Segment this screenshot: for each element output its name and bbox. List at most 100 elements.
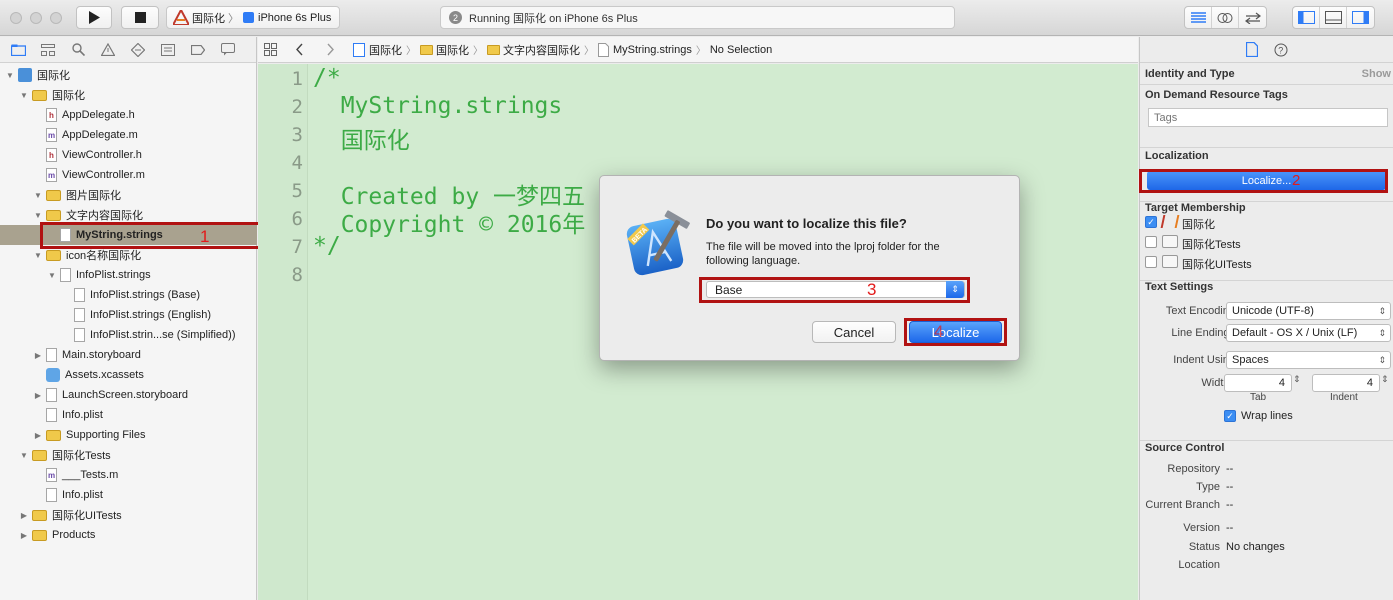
inspector-selector-bar: ? (1140, 37, 1393, 63)
code-line[interactable]: MyString.strings (313, 93, 563, 119)
disclosure-open-icon[interactable]: ▼ (33, 211, 43, 220)
indent-using-popup[interactable]: Spaces ⇕ (1226, 351, 1391, 369)
tree-row-label: ViewController.h (62, 149, 142, 161)
code-line[interactable]: /* (313, 65, 341, 91)
tree-row[interactable]: InfoPlist.strings (English) (0, 305, 257, 325)
tree-row[interactable]: h ViewController.h (0, 145, 257, 165)
tab-width-field[interactable]: 4 (1224, 374, 1292, 392)
tree-row-label: 国际化 (37, 70, 70, 82)
tree-row[interactable]: Info.plist (0, 485, 257, 505)
run-button[interactable] (76, 6, 112, 29)
tree-row[interactable]: h AppDelegate.h (0, 105, 257, 125)
toggle-navigator-button[interactable] (1293, 7, 1320, 28)
breadcrumb-item[interactable]: 国际化 (420, 42, 469, 58)
show-button[interactable]: Show (1362, 68, 1391, 80)
disclosure-open-icon[interactable]: ▼ (47, 271, 57, 280)
forward-arrow-icon[interactable] (325, 43, 335, 56)
tree-row[interactable]: ▶ 国际化UITests (0, 505, 257, 525)
tree-row[interactable]: InfoPlist.strings (Base) (0, 285, 257, 305)
breakpoint-icon[interactable] (190, 42, 206, 58)
quick-help-icon[interactable]: ? (1274, 43, 1288, 57)
annotation-number-4: 4 (934, 322, 944, 341)
zoom-window-button[interactable] (50, 12, 62, 24)
tree-row[interactable]: ▼ 图片国际化 (0, 185, 257, 205)
minimize-window-button[interactable] (30, 12, 42, 24)
code-line[interactable]: 国际化 (313, 121, 410, 155)
version-editor-button[interactable] (1239, 7, 1266, 28)
text-encoding-popup[interactable]: Unicode (UTF-8) ⇕ (1226, 302, 1391, 320)
target-checkbox[interactable]: ✓ (1145, 216, 1157, 228)
tree-row[interactable]: Assets.xcassets (0, 365, 257, 385)
source-file-icon: m (46, 128, 57, 142)
tree-row[interactable]: ▶ Supporting Files (0, 425, 257, 445)
wrap-lines-checkbox[interactable]: ✓ (1224, 410, 1236, 422)
folder-icon (32, 529, 47, 541)
search-icon[interactable] (70, 42, 86, 58)
test-diamond-icon[interactable] (130, 42, 146, 58)
disclosure-closed-icon[interactable]: ▶ (33, 391, 43, 400)
disclosure-open-icon[interactable]: ▼ (33, 251, 43, 260)
cancel-button[interactable]: Cancel (812, 321, 896, 343)
breadcrumb-item[interactable]: No Selection (710, 44, 772, 56)
tree-row-label: 国际化 (52, 90, 85, 102)
stop-button[interactable] (121, 6, 159, 29)
target-checkbox[interactable] (1145, 256, 1157, 268)
disclosure-closed-icon[interactable]: ▶ (19, 511, 29, 520)
file-inspector-icon[interactable] (1245, 42, 1258, 57)
disclosure-open-icon[interactable]: ▼ (19, 451, 29, 460)
tree-row[interactable]: Info.plist (0, 405, 257, 425)
tree-row[interactable]: ▼ 国际化Tests (0, 445, 257, 465)
scheme-selector[interactable]: 国际化 〉 iPhone 6s Plus (166, 6, 340, 29)
disclosure-closed-icon[interactable]: ▶ (19, 531, 29, 540)
disclosure-open-icon[interactable]: ▼ (33, 191, 43, 200)
tree-row-label: 文字内容国际化 (66, 210, 143, 222)
breadcrumb-item[interactable]: MyString.strings (613, 44, 692, 56)
tags-field[interactable] (1148, 108, 1388, 127)
code-line[interactable]: */ (313, 233, 341, 259)
tree-row[interactable]: ▶ Products (0, 525, 257, 545)
report-bubble-icon[interactable] (220, 42, 236, 58)
back-arrow-icon[interactable] (295, 43, 305, 56)
tab-width-stepper[interactable]: ⇕ (1293, 374, 1301, 385)
breadcrumb-item[interactable]: 国际化 (369, 42, 402, 58)
disclosure-open-icon[interactable]: ▼ (5, 71, 15, 80)
line-endings-label: Line Endings (1171, 327, 1235, 339)
disclosure-open-icon[interactable]: ▼ (19, 91, 29, 100)
standard-editor-button[interactable] (1185, 7, 1212, 28)
debug-gauge-icon[interactable] (160, 42, 176, 58)
tree-row[interactable]: ▶ LaunchScreen.storyboard (0, 385, 257, 405)
toggle-debug-area-button[interactable] (1320, 7, 1347, 28)
tree-row[interactable]: m AppDelegate.m (0, 125, 257, 145)
disclosure-closed-icon[interactable]: ▶ (33, 351, 43, 360)
indent-width-stepper[interactable]: ⇕ (1381, 374, 1389, 385)
folder-icon (46, 209, 61, 221)
tree-row[interactable]: ▶ Main.storyboard (0, 345, 257, 365)
target-checkbox[interactable] (1145, 236, 1157, 248)
folder-icon[interactable] (10, 42, 26, 58)
tree-row-label: ViewController.m (62, 169, 145, 181)
tree-row[interactable]: InfoPlist.strin...se (Simplified)) (0, 325, 257, 345)
assistant-editor-button[interactable] (1212, 7, 1239, 28)
disclosure-closed-icon[interactable]: ▶ (33, 431, 43, 440)
tree-row[interactable]: ▼ InfoPlist.strings (0, 265, 257, 285)
hierarchy-icon[interactable] (40, 42, 56, 58)
folder-icon (32, 89, 47, 101)
tree-row[interactable]: ▼ 国际化 (0, 85, 257, 105)
target-membership-header: Target Membership (1145, 202, 1246, 214)
tree-row[interactable]: m ViewController.m (0, 165, 257, 185)
chevron-right-icon: 〉 (695, 46, 706, 57)
tree-row[interactable]: m ___Tests.m (0, 465, 257, 485)
code-line[interactable]: Copyright © 2016年 (313, 205, 586, 239)
line-endings-popup[interactable]: Default - OS X / Unix (LF) ⇕ (1226, 324, 1391, 342)
indent-width-field[interactable]: 4 (1312, 374, 1380, 392)
file-icon (74, 328, 85, 342)
close-window-button[interactable] (10, 12, 22, 24)
text-settings-section: Text Settings Text Encoding Unicode (UTF… (1140, 280, 1393, 430)
activity-count-badge[interactable]: 2 (449, 11, 462, 24)
tree-row[interactable]: ▼ 国际化 (0, 65, 257, 85)
related-items-grid-icon[interactable] (264, 43, 277, 56)
breadcrumb-item[interactable]: 文字内容国际化 (487, 42, 580, 58)
toggle-utilities-button[interactable] (1347, 7, 1374, 28)
tags-input[interactable] (1149, 109, 1387, 126)
warning-icon[interactable] (100, 42, 116, 58)
